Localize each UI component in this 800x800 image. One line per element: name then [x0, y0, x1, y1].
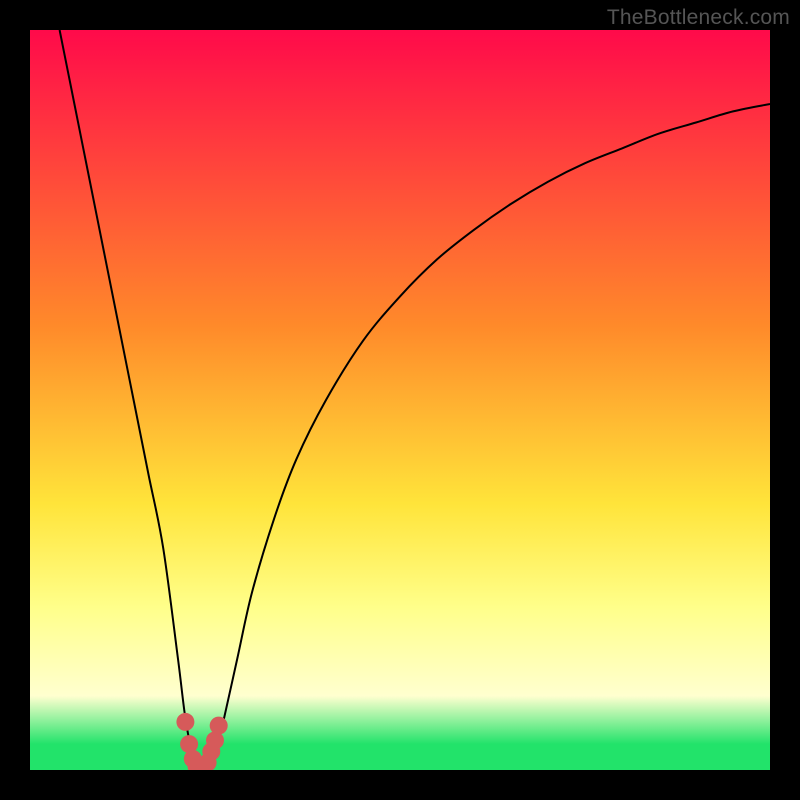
highlight-dot	[176, 713, 194, 731]
chart-frame: TheBottleneck.com	[0, 0, 800, 800]
bottleneck-curve	[60, 30, 770, 770]
highlight-dot	[210, 717, 228, 735]
optimal-range-markers	[176, 713, 227, 770]
plot-area	[30, 30, 770, 770]
curve-layer	[30, 30, 770, 770]
attribution-text: TheBottleneck.com	[607, 6, 790, 30]
